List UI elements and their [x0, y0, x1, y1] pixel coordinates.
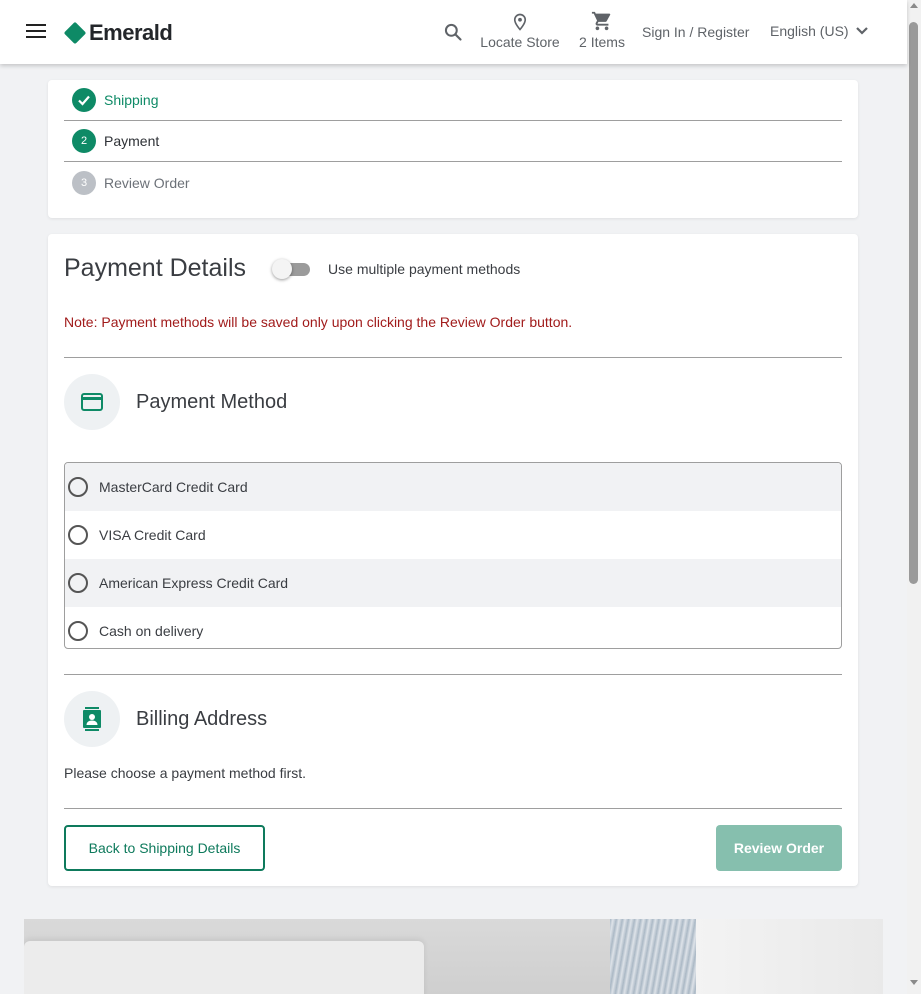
brand-logo[interactable]: Emerald — [63, 20, 173, 46]
payment-option-label: American Express Credit Card — [99, 575, 289, 591]
search-icon[interactable] — [443, 22, 463, 42]
step-label: Payment — [104, 133, 160, 149]
cart-button[interactable]: 2 Items — [574, 10, 630, 50]
billing-address-title: Billing Address — [136, 707, 268, 730]
scroll-down-arrow-icon[interactable] — [910, 980, 918, 985]
step-payment: 2 Payment — [64, 121, 842, 162]
radio-button[interactable] — [68, 621, 88, 641]
checkmark-icon — [72, 88, 96, 112]
review-order-button[interactable]: Review Order — [716, 825, 842, 871]
credit-card-icon — [64, 374, 120, 430]
locate-store-button[interactable]: Locate Store — [476, 12, 564, 50]
language-selector[interactable]: English (US) — [770, 23, 869, 39]
save-note: Note: Payment methods will be saved only… — [64, 314, 573, 330]
location-pin-icon — [513, 13, 527, 31]
site-header: Emerald Locate Store 2 Items Sign In / R… — [0, 0, 907, 64]
language-label: English (US) — [770, 23, 849, 39]
divider — [64, 357, 842, 358]
back-to-shipping-button[interactable]: Back to Shipping Details — [64, 825, 265, 871]
payment-details-card: Payment Details Use multiple payment met… — [48, 234, 858, 886]
toggle-knob — [272, 258, 293, 279]
radio-button[interactable] — [68, 477, 88, 497]
step-number: 3 — [72, 170, 96, 195]
radio-button[interactable] — [68, 525, 88, 545]
step-shipping[interactable]: Shipping — [64, 80, 842, 121]
radio-button[interactable] — [68, 573, 88, 593]
brand-name: Emerald — [89, 20, 173, 45]
payment-option-label: MasterCard Credit Card — [99, 479, 248, 495]
step-label: Shipping — [104, 92, 159, 108]
scroll-thumb[interactable] — [909, 22, 918, 584]
payment-option[interactable]: MasterCard Credit Card — [65, 463, 841, 511]
emerald-logo-icon — [63, 21, 87, 45]
checkout-stepper: Shipping 2 Payment 3 Review Order — [48, 80, 858, 218]
payment-option-label: Cash on delivery — [99, 623, 204, 639]
step-label: Review Order — [104, 174, 190, 191]
payment-method-heading: Payment Method — [64, 374, 287, 430]
multiple-payment-toggle[interactable] — [272, 258, 311, 279]
billing-address-heading: Billing Address — [64, 691, 267, 747]
bed-shape — [24, 941, 424, 994]
cart-count-label: 2 Items — [579, 34, 625, 50]
payment-option[interactable]: Cash on delivery — [65, 607, 841, 648]
divider — [64, 808, 842, 809]
payment-option[interactable]: American Express Credit Card — [65, 559, 841, 607]
payment-method-options: MasterCard Credit Card VISA Credit Card … — [64, 462, 842, 649]
payment-option[interactable]: VISA Credit Card — [65, 511, 841, 559]
contact-card-icon — [64, 691, 120, 747]
scroll-up-arrow-icon[interactable] — [910, 3, 918, 8]
curtain-shape — [610, 919, 696, 994]
page-title: Payment Details — [64, 254, 247, 282]
step-review-order: 3 Review Order — [64, 162, 842, 203]
locate-store-label: Locate Store — [480, 34, 560, 50]
step-number: 2 — [72, 129, 96, 153]
window-shape — [696, 919, 883, 994]
cart-icon — [591, 11, 611, 31]
billing-address-hint: Please choose a payment method first. — [64, 765, 307, 781]
menu-icon[interactable] — [26, 24, 46, 40]
chevron-down-icon — [855, 27, 868, 35]
divider — [64, 674, 842, 675]
sign-in-register-link[interactable]: Sign In / Register — [642, 24, 749, 40]
payment-method-title: Payment Method — [136, 390, 288, 413]
multiple-payment-label: Use multiple payment methods — [328, 260, 521, 277]
payment-option-label: VISA Credit Card — [99, 527, 206, 543]
promo-bedroom-image — [24, 919, 883, 994]
page-scrollbar[interactable] — [907, 0, 921, 994]
